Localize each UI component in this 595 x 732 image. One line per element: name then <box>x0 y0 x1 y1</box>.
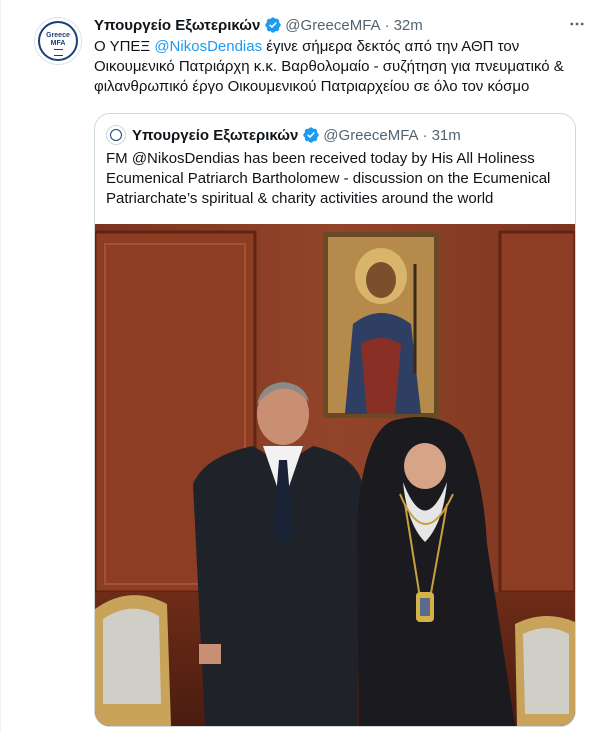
verified-badge-icon[interactable] <box>264 16 282 34</box>
left-chair <box>95 595 171 726</box>
quoted-author-name: Υπουργείο Εξωτερικών <box>132 126 299 144</box>
tweet-header: Υπουργείο Εξωτερικών @GreeceMFA · 32m <box>94 15 585 35</box>
separator-dot: · <box>384 16 390 34</box>
right-chair <box>515 615 575 726</box>
avatar-seal-icon <box>54 49 63 56</box>
more-horizontal-icon[interactable] <box>567 14 587 34</box>
author-avatar[interactable]: Greece MFA <box>34 17 82 65</box>
quoted-timestamp: 31m <box>431 126 461 144</box>
quoted-author-avatar <box>106 125 126 145</box>
photo-of-two-men-in-front-of-icon[interactable] <box>95 224 575 726</box>
tweet-text: Ο ΥΠΕΞ @NikosDendias έγινε σήμερα δεκτός… <box>94 38 564 95</box>
verified-badge-icon <box>303 127 319 143</box>
quoted-tweet-header: Υπουργείο Εξωτερικών @GreeceMFA · 31m <box>106 124 565 146</box>
quoted-author-handle: @GreeceMFA <box>323 126 419 144</box>
quoted-tweet[interactable]: Υπουργείο Εξωτερικών @GreeceMFA · 31m FM… <box>94 113 576 727</box>
separator-dot: · <box>422 126 428 144</box>
saint-icon-painting <box>323 232 439 418</box>
mention-link[interactable]: @NikosDendias <box>154 38 262 55</box>
author-name[interactable]: Υπουργείο Εξωτερικών <box>94 17 260 34</box>
avatar-logo-text: Greece MFA <box>46 32 70 47</box>
quoted-tweet-text: FM @NikosDendias has been received today… <box>106 150 551 207</box>
right-wood-panel <box>498 230 575 594</box>
more-dots-icon <box>570 22 584 26</box>
tweet[interactable]: Greece MFA Υπουργείο Εξωτερικών @GreeceM… <box>0 0 595 732</box>
tweet-timestamp[interactable]: 32m <box>394 17 423 34</box>
author-handle[interactable]: @GreeceMFA <box>285 17 380 34</box>
